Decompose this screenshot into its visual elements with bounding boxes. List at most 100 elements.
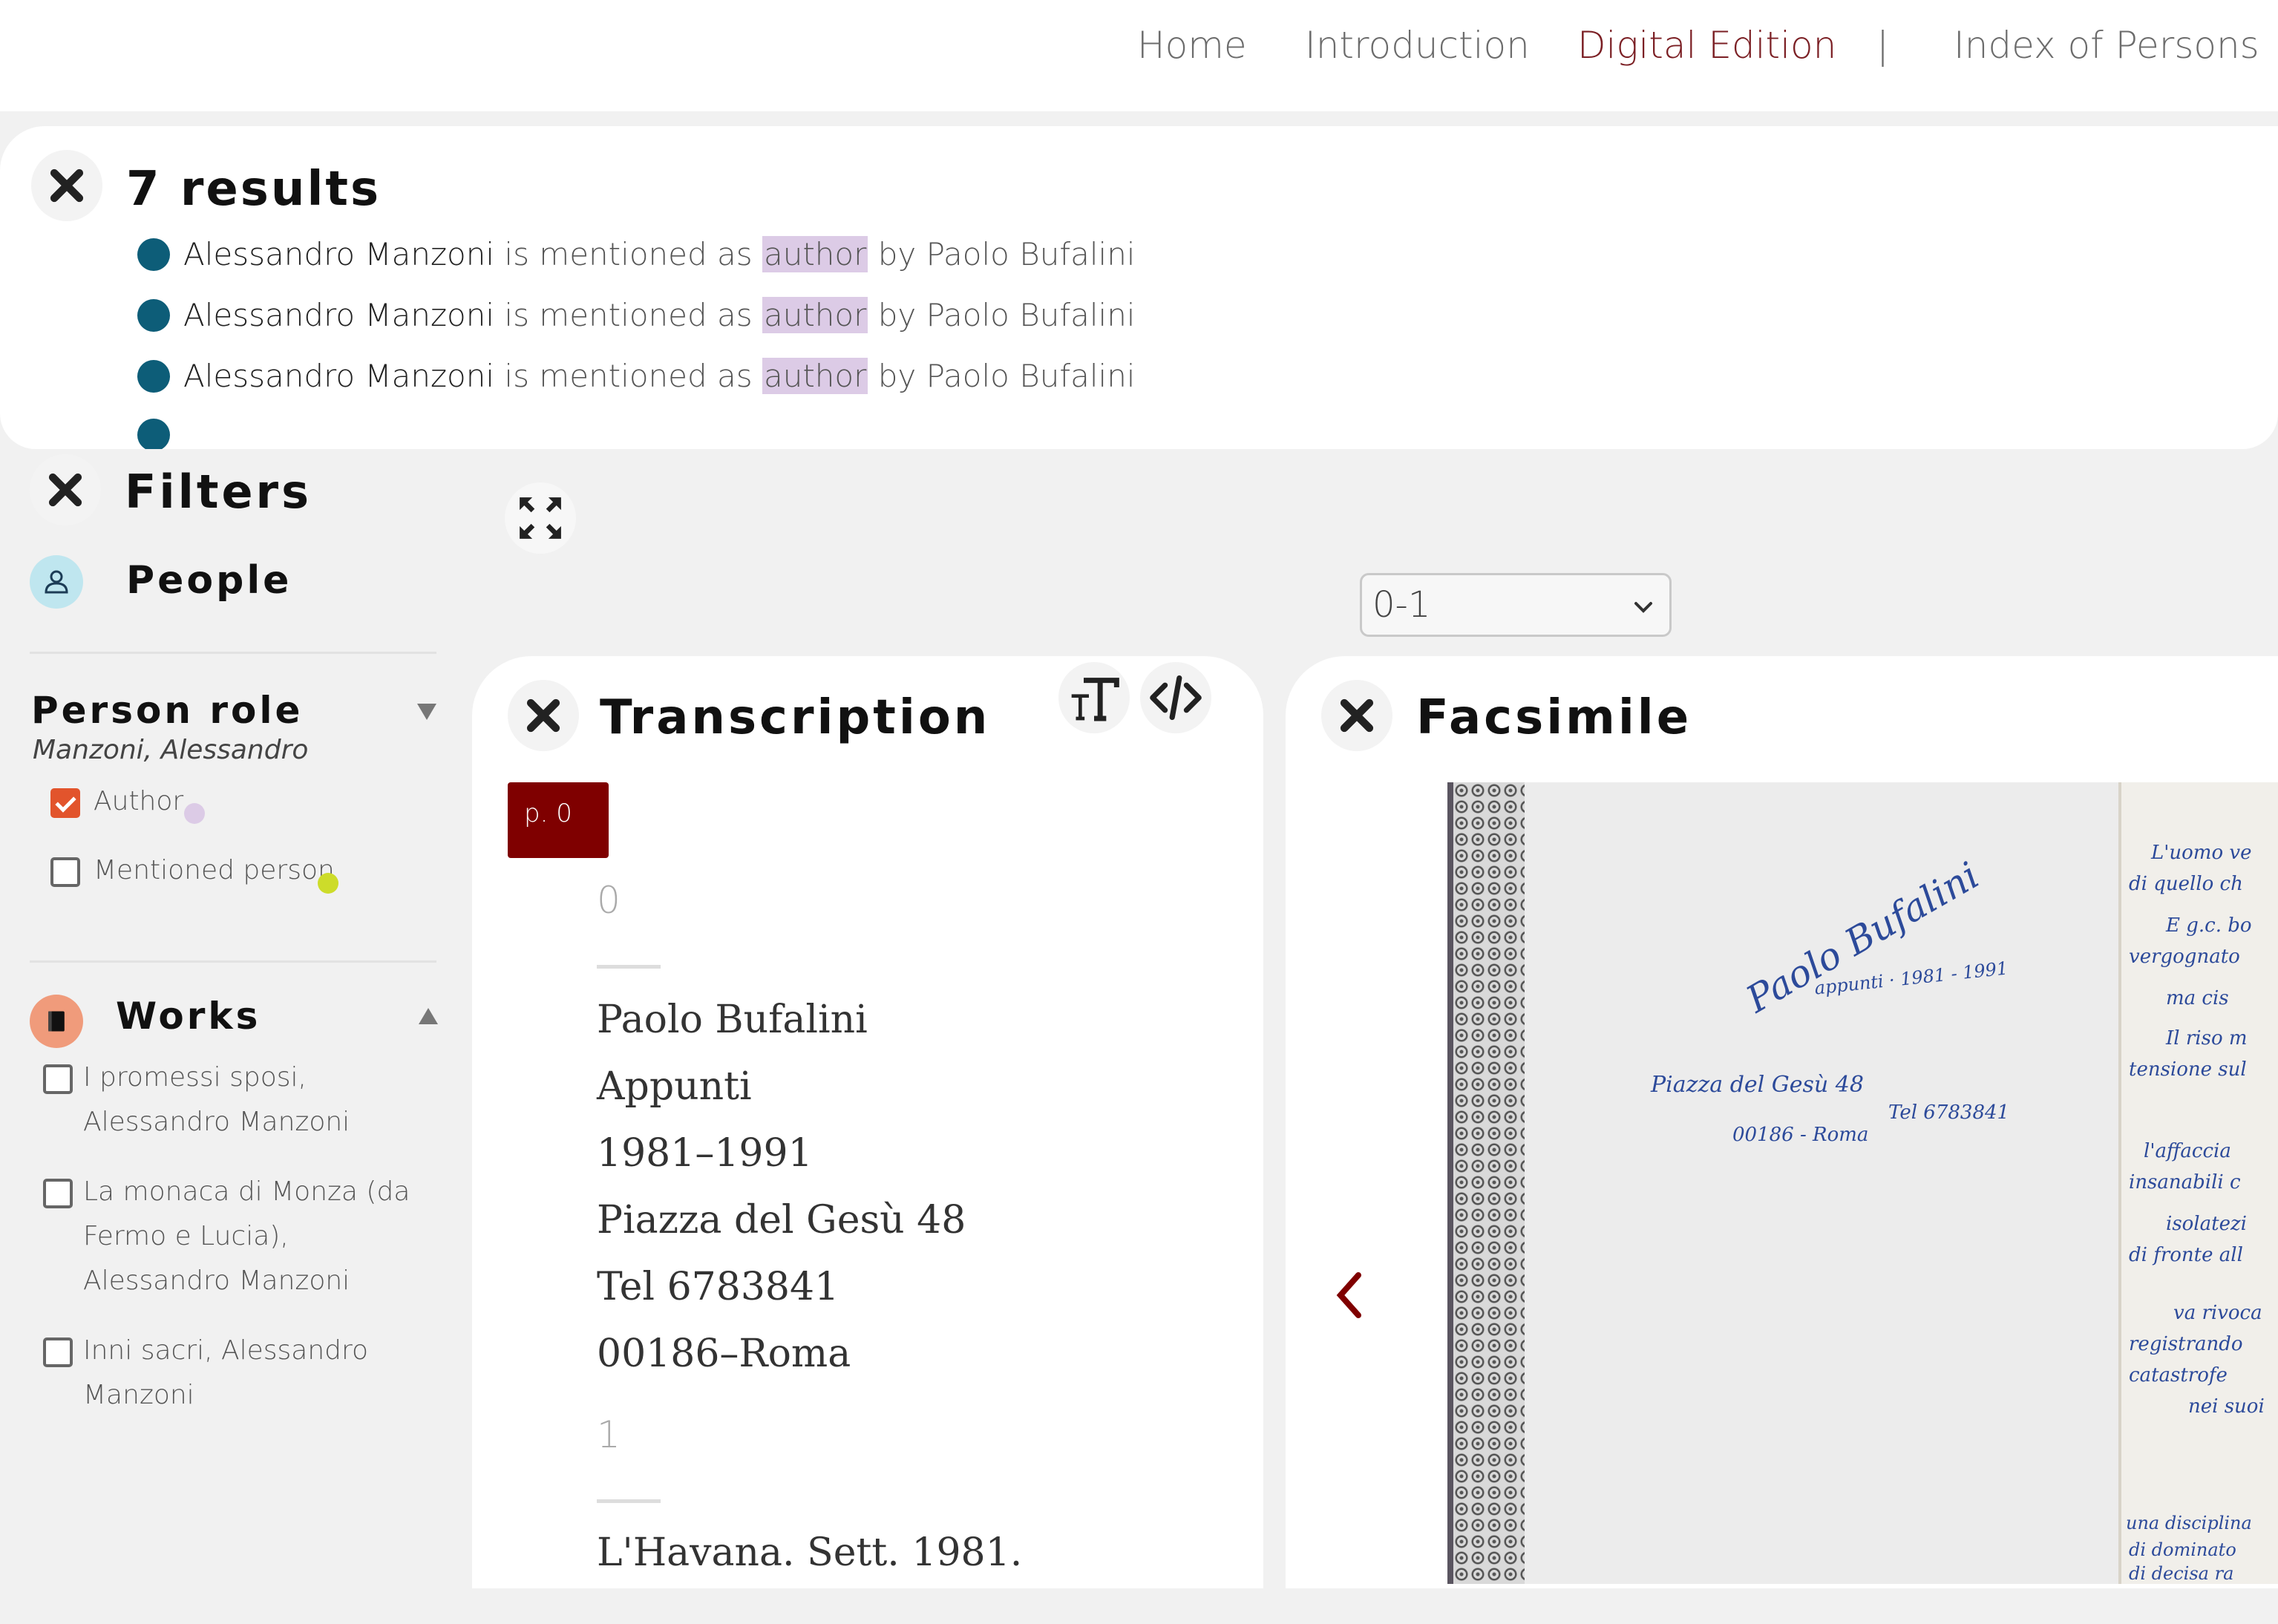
mentioned-checkbox[interactable] [50,857,80,887]
close-transcription-button[interactable] [508,680,579,751]
top-navigation: Home Introduction Digital Edition | Inde… [0,0,2278,111]
handwritten-line: l'affaccia [2144,1140,2231,1162]
person-role-subtitle: Manzoni, Alessandro [33,735,309,765]
handwritten-line: di fronte all [2129,1244,2243,1266]
transcription-line: 00186–Roma [597,1332,851,1376]
people-filter-icon[interactable] [30,555,83,609]
transcription-title: Transcription [600,690,991,745]
result-item[interactable]: Alessandro Manzoni is mentioned as autho… [137,297,1135,333]
nav-home[interactable]: Home [1137,24,1247,67]
role-option-label: Mentioned person [94,855,335,885]
role-option-label: Author [94,786,184,816]
handwritten-line: di quello ch [2129,873,2243,895]
handwritten-tel: Tel 6783841 [1888,1101,2010,1124]
book-icon [48,1011,65,1032]
result-person: Alessandro Manzoni [183,236,495,272]
facsimile-image[interactable]: Paolo Bufalini appunti · 1981 - 1991 Pia… [1447,782,2278,1584]
result-person: Alessandro Manzoni [183,297,495,333]
result-role: author [762,236,868,272]
result-person: Alessandro Manzoni [183,358,495,394]
result-dot [137,298,170,332]
handwritten-line: catastrofe [2129,1364,2228,1386]
results-title: 7 results [126,162,382,217]
caret-up-icon[interactable] [419,1008,438,1024]
marbled-cover [1447,782,1525,1584]
nav-digital-edition[interactable]: Digital Edition [1577,24,1836,67]
close-icon [1340,698,1374,733]
close-icon [48,473,82,507]
works-filter-icon[interactable] [30,995,83,1048]
result-item-partial[interactable] [137,419,183,449]
handwritten-address: Piazza del Gesù 48 [1651,1072,1864,1098]
work-checkbox[interactable] [43,1337,73,1367]
chevron-left-icon[interactable] [1332,1269,1369,1321]
result-role: author [762,297,868,333]
close-results-button[interactable] [31,150,102,221]
work-item[interactable]: I promessi sposi, Alessandro Manzoni [43,1062,436,1145]
handwritten-line: E g.c. bo [2166,914,2252,937]
handwritten-line: nei suoi [2188,1395,2265,1418]
result-text: is mentioned as [504,236,753,272]
handwritten-line: Il riso m [2166,1027,2248,1050]
code-view-button[interactable] [1140,662,1211,733]
caret-down-icon[interactable] [417,704,436,720]
work-label: Inni sacri, Alessandro Manzoni [83,1335,369,1410]
close-facsimile-button[interactable] [1321,680,1392,751]
page-select-value: 0-1 [1372,584,1431,626]
handwritten-line: di dominato [2129,1539,2236,1560]
transcription-line: 1981–1991 [597,1131,813,1176]
results-panel: 7 results Alessandro Manzoni is mentione… [0,126,2278,449]
result-item[interactable]: Alessandro Manzoni is mentioned as autho… [137,236,1135,272]
role-option-author[interactable]: Author [50,786,183,824]
line-separator [597,965,661,969]
nav-introduction[interactable]: Introduction [1305,24,1530,67]
result-role: author [762,358,868,394]
work-item[interactable]: Inni sacri, Alessandro Manzoni [43,1335,436,1418]
nav-separator: | [1876,24,1889,67]
user-icon [45,570,68,594]
result-tail: by Paolo Bufalini [877,236,1136,272]
fullscreen-button[interactable] [505,482,576,554]
text-size-icon [1071,678,1119,721]
work-label: La monaca di Monza (da Fermo e Lucia), A… [83,1176,410,1296]
result-text: is mentioned as [504,297,753,333]
facsimile-panel: Facsimile Paolo Bufalini appunti · 1981 … [1286,656,2278,1588]
handwritten-line: isolatezi [2166,1213,2247,1235]
result-dot [137,419,170,449]
facsimile-title: Facsimile [1416,690,1692,745]
handwritten-line: tensione sul [2129,1058,2247,1081]
person-role-title: Person role [31,689,304,732]
handwritten-line: ma cis [2166,987,2229,1009]
people-label: People [126,558,292,603]
close-icon [50,168,84,203]
text-size-button[interactable] [1058,662,1130,733]
result-tail: by Paolo Bufalini [877,358,1136,394]
result-item[interactable]: Alessandro Manzoni is mentioned as autho… [137,358,1135,394]
role-option-mentioned[interactable]: Mentioned person [50,855,335,893]
work-item[interactable]: La monaca di Monza (da Fermo e Lucia), A… [43,1176,436,1303]
work-checkbox[interactable] [43,1179,73,1208]
handwritten-line: registrando [2129,1333,2243,1355]
close-filters-button[interactable] [30,454,101,525]
filters-title: Filters [125,465,312,519]
transcription-line: Paolo Bufalini [597,998,868,1042]
page-select[interactable]: 0-1 [1360,573,1672,637]
transcription-line: Piazza del Gesù 48 [597,1198,966,1242]
expand-icon [520,497,561,539]
line-number: 1 [597,1413,621,1456]
handwritten-line: va rivoca [2173,1302,2262,1324]
page-tag[interactable]: p. 0 [508,782,609,858]
author-checkbox[interactable] [50,788,80,818]
handwritten-line: di decisa ra [2129,1563,2234,1584]
transcription-panel: Transcription p. 0 0 Paolo Bufalini Appu… [472,656,1263,1588]
work-checkbox[interactable] [43,1064,73,1094]
transcription-line: Appunti [597,1064,752,1109]
mentioned-color-swatch [318,873,338,894]
result-dot [137,359,170,393]
close-icon [526,698,560,733]
transcription-line: L'Havana. Sett. 1981. [597,1530,1023,1575]
chevron-down-icon [1634,602,1652,613]
divider [30,960,436,963]
result-tail: by Paolo Bufalini [877,297,1136,333]
nav-index-of-persons[interactable]: Index of Persons [1954,24,2259,67]
